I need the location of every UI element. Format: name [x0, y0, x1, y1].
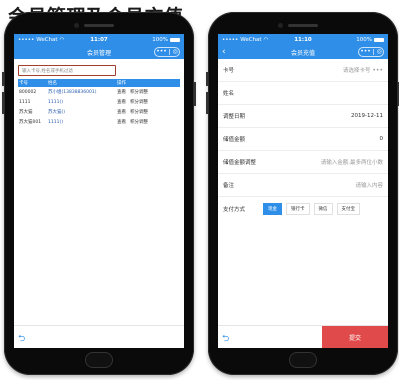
status-bar: ••••• WeChat ◠ 11:07 100%: [14, 34, 184, 45]
pay-option-alipay[interactable]: 支付宝: [336, 203, 360, 215]
recharge-form: 卡号 请选择卡号 ••• 姓名 调整日期 2019-12-11 储值金额 0 储…: [218, 59, 388, 221]
capsule-divider: [373, 49, 375, 55]
header-actions: 操作: [117, 81, 126, 86]
field-name: 姓名: [218, 82, 388, 105]
more-dots-icon[interactable]: •••: [156, 49, 167, 55]
power-button: [194, 82, 196, 106]
pay-option-wechat[interactable]: 微信: [313, 203, 333, 215]
cell-actions: 查看 积分调整: [111, 119, 177, 125]
table-row: 苏大猫 苏大猫() 查看 积分调整: [18, 107, 180, 117]
bottom-bar: ⮌ 提交: [218, 325, 388, 348]
phone-right: ••••• WeChat ◠ 11:10 100% ‹ 会员充值 ••• ◎ 卡…: [206, 12, 399, 375]
search-input[interactable]: 输入卡号,姓名或手机过滤: [18, 65, 116, 76]
member-name-link[interactable]: 苏小姐(13838836001): [48, 90, 97, 95]
member-table: 卡号 姓名 操作 800002 苏小姐(13838836001) 查看 积分调整 …: [18, 79, 180, 127]
phone-left: ••••• WeChat ◠ 11:07 100% 会员管理 ••• ◎ 输入卡…: [2, 12, 196, 375]
mini-program-capsule: ••• ◎: [358, 47, 384, 57]
table-row: 1111 1111() 查看 积分调整: [18, 97, 180, 107]
points-adjust-button[interactable]: 积分调整: [130, 90, 148, 95]
status-bar: ••••• WeChat ◠ 11:10 100%: [218, 34, 388, 45]
screen-member-recharge: ••••• WeChat ◠ 11:10 100% ‹ 会员充值 ••• ◎ 卡…: [218, 34, 388, 348]
table-row: 苏大猫001 1111() 查看 积分调整: [18, 117, 180, 127]
cell-name: 1111(): [46, 100, 111, 105]
mini-program-capsule: ••• ◎: [154, 47, 180, 57]
nav-bar: ‹ 会员充值 ••• ◎: [218, 45, 388, 59]
home-button: [289, 352, 317, 368]
battery-icon: [374, 37, 384, 42]
view-button[interactable]: 查看: [117, 100, 126, 105]
field-remark[interactable]: 备注 请输入内容: [218, 174, 388, 197]
date-picker[interactable]: 2019-12-11: [351, 113, 383, 119]
camera-icon: [278, 23, 283, 28]
field-label: 姓名: [223, 91, 235, 97]
member-name-link[interactable]: 苏大猫(): [48, 110, 65, 115]
volume-button: [206, 92, 208, 114]
view-button[interactable]: 查看: [117, 90, 126, 95]
clock: 11:07: [90, 36, 108, 43]
field-label: 调整日期: [223, 114, 246, 120]
view-button[interactable]: 查看: [117, 110, 126, 115]
table-row: 800002 苏小姐(13838836001) 查看 积分调整: [18, 87, 180, 97]
cell-card: 800002: [19, 89, 37, 95]
cell-card: 苏大猫: [19, 110, 33, 115]
earpiece: [288, 24, 318, 27]
submit-button[interactable]: 提交: [322, 326, 388, 348]
bottom-bar: ⮌: [14, 325, 184, 348]
page-title: 会员充值: [290, 49, 315, 57]
balance-value: 0: [379, 136, 384, 142]
field-label: 卡号: [223, 68, 235, 74]
home-button: [85, 352, 113, 368]
remark-input[interactable]: 请输入内容: [355, 181, 383, 189]
undo-icon[interactable]: ⮌: [222, 331, 229, 347]
member-name-link[interactable]: 1111(): [48, 120, 63, 125]
volume-button: [2, 72, 4, 86]
points-adjust-button[interactable]: 积分调整: [130, 110, 148, 115]
cell-actions: 查看 积分调整: [111, 109, 177, 115]
capsule-divider: [169, 49, 171, 55]
amount-input[interactable]: 请输入金额,最多两位小数: [321, 158, 383, 166]
battery-icon: [170, 37, 180, 42]
field-label: 支付方式: [223, 207, 246, 213]
field-label: 储值金额: [223, 137, 246, 143]
clock: 11:10: [294, 36, 312, 43]
more-dots-icon[interactable]: •••: [360, 49, 371, 55]
nav-bar: 会员管理 ••• ◎: [14, 45, 184, 59]
pay-option-bankcard[interactable]: 银行卡: [286, 203, 310, 215]
more-dots-icon[interactable]: •••: [372, 67, 383, 74]
volume-button: [206, 72, 208, 86]
field-adjust[interactable]: 储值金额调整 请输入金额,最多两位小数: [218, 151, 388, 174]
header-name: 姓名: [48, 81, 57, 86]
cell-name: 苏小姐(13838836001): [46, 89, 111, 95]
member-name-link[interactable]: 1111(): [48, 100, 63, 105]
field-balance: 储值金额 0: [218, 128, 388, 151]
earpiece: [84, 24, 114, 27]
cell-actions: 查看 积分调整: [111, 99, 177, 105]
volume-button: [2, 92, 4, 114]
cell-name: 1111(): [46, 120, 111, 125]
field-label: 储值金额调整: [223, 160, 257, 166]
cell-actions: 查看 积分调整: [111, 89, 177, 95]
cell-name: 苏大猫(): [46, 109, 111, 115]
target-icon[interactable]: ◎: [173, 49, 178, 55]
header-card: 卡号: [19, 81, 28, 86]
points-adjust-button[interactable]: 积分调整: [130, 100, 148, 105]
field-label: 备注: [223, 183, 235, 189]
cell-card: 1111: [19, 99, 31, 105]
undo-icon[interactable]: ⮌: [18, 331, 25, 347]
screen-member-list: ••••• WeChat ◠ 11:07 100% 会员管理 ••• ◎ 输入卡…: [14, 34, 184, 348]
view-button[interactable]: 查看: [117, 120, 126, 125]
stage: 会员管理及会员充值 ••••• WeChat ◠ 11:07 100% 会员: [0, 0, 399, 380]
card-select[interactable]: 请选择卡号: [343, 66, 371, 74]
table-header: 卡号 姓名 操作: [18, 79, 180, 87]
payment-method: 支付方式 现金 银行卡 微信 支付宝: [218, 197, 388, 221]
camera-icon: [74, 23, 79, 28]
page-title: 会员管理: [86, 49, 111, 57]
cell-card: 苏大猫001: [19, 120, 42, 125]
pay-option-cash[interactable]: 现金: [263, 203, 282, 215]
field-date[interactable]: 调整日期 2019-12-11: [218, 105, 388, 128]
target-icon[interactable]: ◎: [377, 49, 382, 55]
points-adjust-button[interactable]: 积分调整: [130, 120, 148, 125]
field-card[interactable]: 卡号 请选择卡号 •••: [218, 59, 388, 82]
chevron-left-icon[interactable]: ‹: [222, 47, 226, 57]
